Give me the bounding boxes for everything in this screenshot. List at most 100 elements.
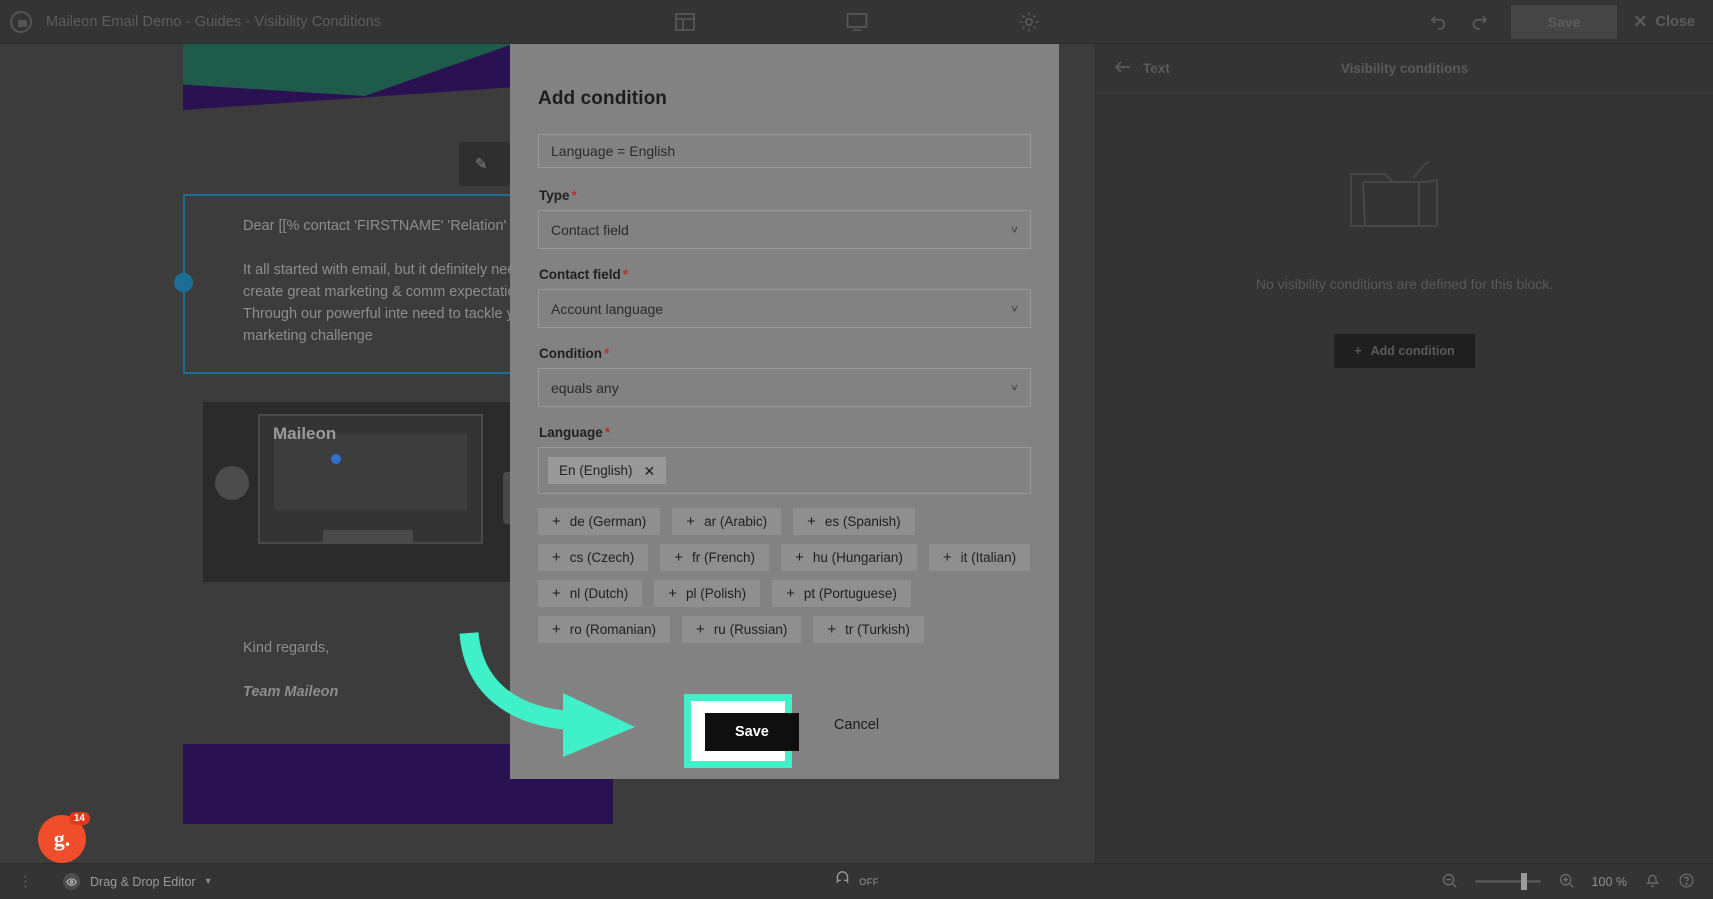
language-label-text: Language — [539, 425, 603, 440]
guide-badge-letter: g. — [53, 826, 71, 851]
settings-gear-icon[interactable] — [1016, 9, 1042, 35]
image-dot — [331, 454, 341, 464]
page-title: Maileon Email Demo - Guides - Visibility… — [46, 13, 382, 30]
eye-icon — [63, 873, 80, 890]
language-chip[interactable]: En (English) ✕ — [548, 457, 667, 484]
magnet-icon — [834, 870, 851, 893]
plus-icon: + — [1354, 344, 1362, 358]
language-tag-label: hu (Hungarian) — [812, 550, 903, 565]
language-tag[interactable]: + de (German) — [538, 508, 661, 535]
language-tag-label: cs (Czech) — [569, 550, 635, 565]
language-tag[interactable]: + it (Italian) — [928, 544, 1031, 571]
guide-badge-count: 14 — [68, 812, 90, 825]
close-label: Close — [1655, 13, 1696, 30]
language-tag[interactable]: + pl (Polish) — [654, 580, 761, 607]
plus-icon: + — [552, 513, 561, 530]
undo-icon[interactable] — [1423, 8, 1451, 36]
editor-mode-selector[interactable]: Drag & Drop Editor ▾ — [63, 873, 211, 890]
language-tag-label: it (Italian) — [960, 550, 1017, 565]
close-editor-button[interactable]: ✕ Close — [1633, 13, 1695, 30]
bottom-status-bar: ⋮ Drag & Drop Editor ▾ OFF 100 % — [0, 863, 1713, 899]
arrow-left-icon — [1114, 60, 1131, 77]
type-label-text: Type — [539, 188, 570, 203]
required-marker: * — [603, 346, 610, 361]
contact-field-label: Contact field * — [539, 267, 1031, 282]
language-tag[interactable]: + fr (French) — [660, 544, 770, 571]
plus-icon: + — [786, 585, 795, 602]
condition-label-text: Condition — [539, 346, 602, 361]
empty-folder-icon — [1349, 152, 1461, 236]
help-circle-icon[interactable] — [1678, 872, 1695, 892]
add-condition-button[interactable]: + Add condition — [1334, 334, 1475, 368]
language-tag-label: ro (Romanian) — [569, 622, 657, 637]
layout-grid-icon[interactable] — [672, 9, 698, 35]
type-label: Type * — [539, 188, 1031, 203]
block-resize-handle[interactable] — [174, 273, 193, 292]
properties-panel-body: No visibility conditions are defined for… — [1096, 94, 1713, 368]
close-x-icon: ✕ — [1633, 12, 1648, 31]
top-save-button[interactable]: Save — [1511, 4, 1618, 39]
maileon-logo-icon — [10, 10, 32, 33]
condition-select[interactable]: equals any ˅ — [538, 368, 1031, 407]
panel-back-button[interactable]: Text — [1114, 60, 1170, 77]
bell-icon[interactable] — [1644, 872, 1661, 892]
save-button[interactable]: Save — [705, 713, 799, 751]
language-tag[interactable]: + es (Spanish) — [793, 508, 915, 535]
zoom-slider[interactable] — [1474, 873, 1541, 890]
panel-title: Visibility conditions — [1340, 61, 1469, 76]
contact-field-label-text: Contact field — [539, 267, 621, 282]
language-chip-input[interactable]: En (English) ✕ — [538, 447, 1031, 494]
language-tag-list: + de (German) + ar (Arabic) + es (Spanish) + cs… — [538, 508, 1031, 643]
language-tag[interactable]: + nl (Dutch) — [538, 580, 643, 607]
zoom-out-icon[interactable] — [1441, 872, 1458, 892]
panel-back-label: Text — [1143, 61, 1170, 76]
top-right-group: Save ✕ Close — [1423, 4, 1713, 39]
condition-label: Condition * — [539, 346, 1031, 361]
redo-icon[interactable] — [1467, 8, 1495, 36]
desktop-preview-icon[interactable] — [844, 9, 870, 35]
remove-x-icon[interactable]: ✕ — [644, 464, 656, 478]
plus-icon: + — [686, 513, 696, 530]
zoom-in-icon[interactable] — [1558, 872, 1575, 892]
image-keyboard — [323, 530, 413, 544]
language-tag[interactable]: + ro (Romanian) — [538, 616, 671, 643]
guide-badge[interactable]: g. 14 — [38, 812, 90, 863]
cancel-button[interactable]: Cancel — [834, 717, 879, 733]
editor-mode-label: Drag & Drop Editor — [90, 874, 196, 889]
chevron-down-icon: ˅ — [1010, 380, 1018, 395]
canvas-paragraph-2: It all started with email, but it defini… — [243, 262, 540, 344]
type-select-value: Contact field — [551, 221, 629, 238]
top-toolbar: Maileon Email Demo - Guides - Visibility… — [0, 0, 1713, 44]
language-tag[interactable]: + tr (Turkish) — [813, 616, 924, 643]
chevron-down-icon: ˅ — [1010, 222, 1018, 237]
language-tag[interactable]: + ru (Russian) — [682, 616, 802, 643]
language-tag-label: nl (Dutch) — [569, 586, 629, 601]
language-tag[interactable]: + cs (Czech) — [538, 544, 649, 571]
plus-icon: + — [942, 549, 952, 566]
chevron-down-icon: ▾ — [205, 876, 211, 887]
snap-state-label: OFF — [859, 876, 879, 887]
language-tag-label: es (Spanish) — [824, 514, 901, 529]
required-marker: * — [604, 425, 611, 440]
modal-heading: Add condition — [538, 88, 667, 109]
plus-icon: + — [552, 585, 561, 602]
required-marker: * — [571, 188, 577, 203]
chevron-down-icon: ˅ — [1010, 301, 1018, 316]
plus-icon: + — [668, 585, 678, 602]
vertical-dots-icon[interactable]: ⋮ — [18, 874, 33, 889]
plus-icon: + — [827, 621, 837, 638]
contact-field-select-value: Account language — [551, 300, 664, 317]
zoom-slider-thumb[interactable] — [1520, 873, 1527, 890]
language-tag[interactable]: + ar (Arabic) — [672, 508, 782, 535]
contact-field-select[interactable]: Account language ˅ — [538, 289, 1031, 328]
language-tag-label: de (German) — [569, 514, 647, 529]
language-tag[interactable]: + pt (Portuguese) — [772, 580, 911, 607]
pencil-edit-icon[interactable]: ✎ — [475, 155, 488, 173]
condition-name-input[interactable]: Language = English — [538, 134, 1031, 168]
type-select[interactable]: Contact field ˅ — [538, 210, 1031, 249]
add-condition-label: Add condition — [1370, 344, 1455, 358]
canvas-paragraph-1: Dear [[% contact 'FIRSTNAME' 'Relation' — [243, 218, 507, 234]
language-tag-label: ar (Arabic) — [704, 514, 768, 529]
app-root: Maileon Email Demo - Guides - Visibility… — [0, 0, 1713, 899]
language-tag[interactable]: + hu (Hungarian) — [781, 544, 917, 571]
